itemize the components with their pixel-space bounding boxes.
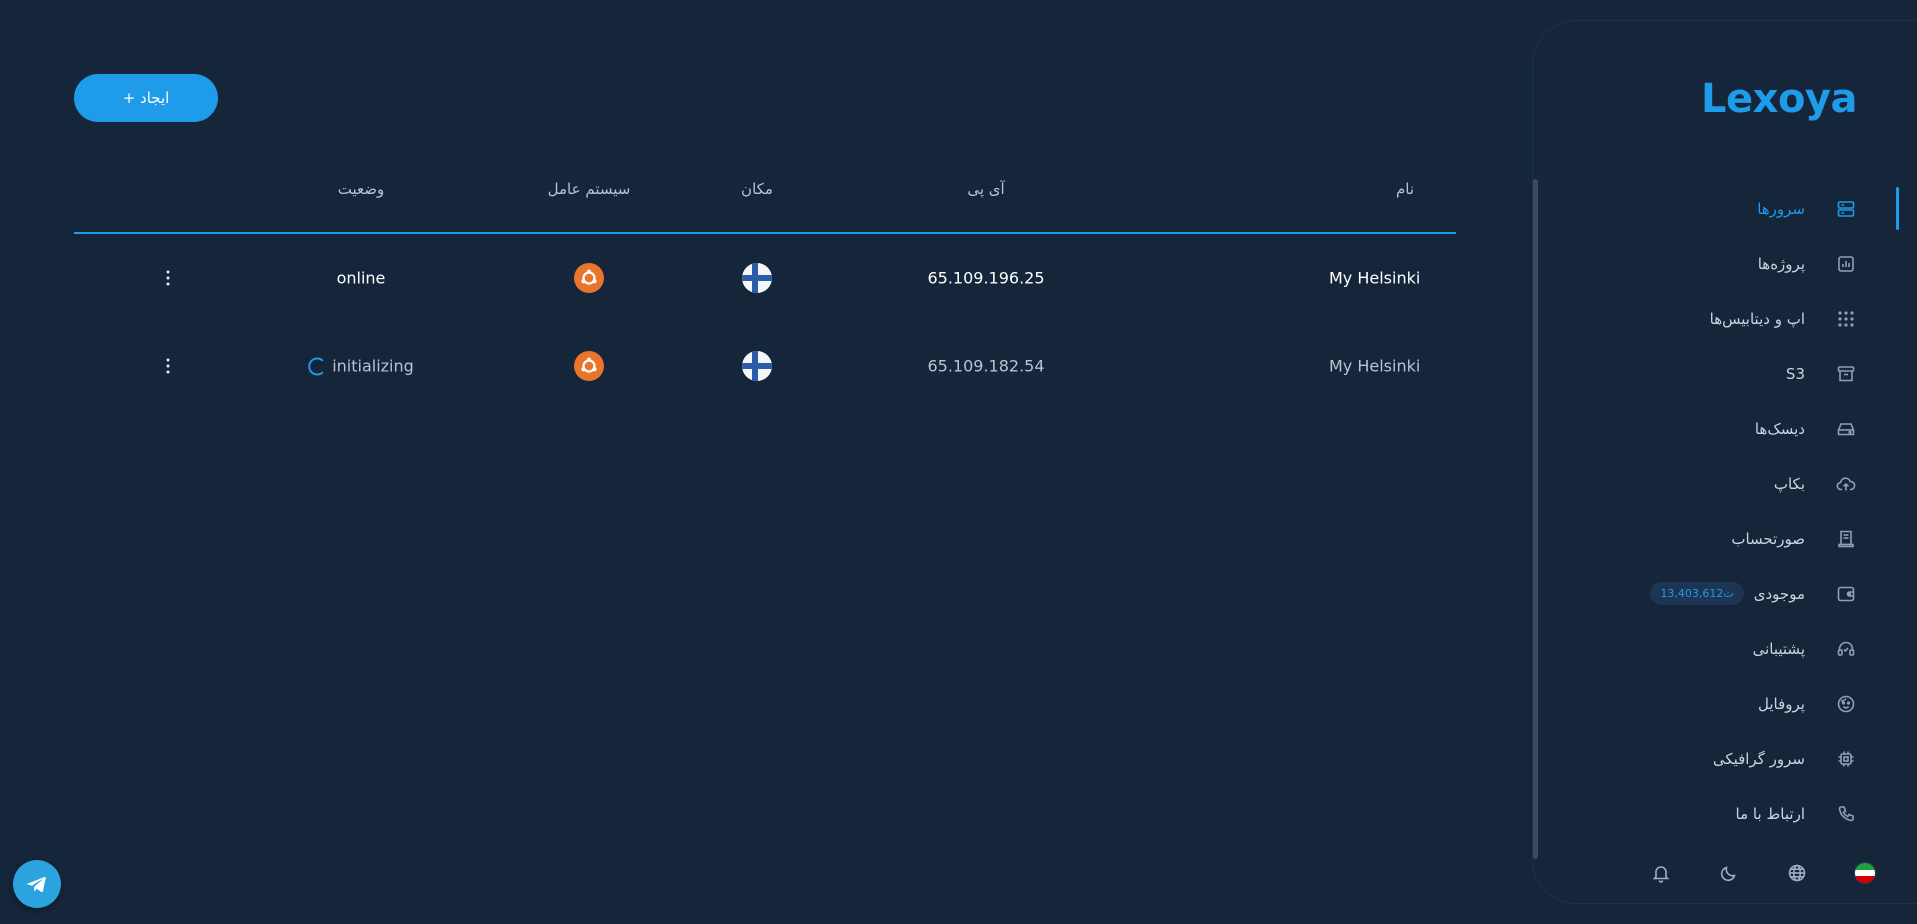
app-root: + ایجاد وضعیت سیستم عامل مکان آی پی نام …: [0, 0, 1917, 924]
sidebar-item-profile[interactable]: پروفایل: [1532, 676, 1917, 731]
sidebar-item-invoices[interactable]: صورتحساب: [1532, 511, 1917, 566]
location-cell: [742, 263, 772, 293]
more-options-icon[interactable]: [163, 267, 174, 290]
wallet-icon: [1835, 583, 1857, 605]
table-row[interactable]: online 65.109.196.25 My Helsinki: [74, 234, 1456, 322]
receipt-icon: [1835, 528, 1857, 550]
sidebar-item-label: اپ و دیتابیس‌ها: [1709, 309, 1805, 328]
more-options-icon[interactable]: [163, 355, 174, 378]
ubuntu-icon: [574, 263, 604, 293]
telegram-button[interactable]: [13, 860, 61, 908]
headset-icon: [1835, 638, 1857, 660]
sidebar-item-label: پروژه‌ها: [1757, 254, 1805, 273]
phone-icon: [1835, 803, 1857, 825]
header-status: وضعیت: [337, 180, 385, 198]
sidebar-item-gpu-server[interactable]: سرور گرافیکی: [1532, 731, 1917, 786]
servers-table: وضعیت سیستم عامل مکان آی پی نام online 6…: [74, 160, 1456, 410]
moon-icon[interactable]: [1717, 861, 1741, 885]
os-cell: [574, 263, 604, 293]
loading-spinner-icon: [308, 357, 327, 375]
sidebar-item-label: سرورها: [1757, 199, 1805, 218]
face-icon: [1835, 693, 1857, 715]
finland-flag-icon: [742, 351, 772, 381]
sidebar-item-balance[interactable]: 13,403,612ت موجودی: [1532, 566, 1917, 621]
sidebar-item-contact[interactable]: ارتباط با ما: [1532, 786, 1917, 841]
create-button[interactable]: + ایجاد: [74, 74, 218, 122]
status-cell: online: [336, 268, 386, 288]
disk-icon: [1835, 418, 1857, 440]
grid-icon: [1835, 308, 1857, 330]
os-cell: [574, 351, 604, 381]
header-ip: آی پی: [967, 180, 1005, 198]
bell-icon[interactable]: [1649, 861, 1673, 885]
row-actions[interactable]: [163, 267, 174, 290]
sidebar-item-s3[interactable]: S3: [1532, 346, 1917, 401]
sidebar-item-label: پروفایل: [1758, 694, 1805, 713]
sidebar-item-servers[interactable]: سرورها: [1532, 181, 1917, 236]
sidebar-item-label: پشتیبانی: [1752, 639, 1805, 658]
sidebar-item-apps-databases[interactable]: اپ و دیتابیس‌ها: [1532, 291, 1917, 346]
sidebar-item-label: صورتحساب: [1731, 529, 1805, 548]
sidebar-item-disks[interactable]: دیسک‌ها: [1532, 401, 1917, 456]
server-icon: [1835, 198, 1857, 220]
header-os: سیستم عامل: [547, 180, 631, 198]
cloud-upload-icon: [1835, 473, 1857, 495]
chart-icon: [1835, 253, 1857, 275]
sidebar: Lexoya سرورها پروژه‌ها اپ و دیتابیس‌ها: [1532, 20, 1917, 904]
brand-logo[interactable]: Lexoya: [1701, 76, 1857, 122]
header-location: مکان: [741, 180, 773, 198]
sidebar-item-label: دیسک‌ها: [1754, 419, 1805, 438]
finland-flag-icon: [742, 263, 772, 293]
table-row[interactable]: initializing 65.109.182.54 My Helsinki: [74, 322, 1456, 410]
status-text: initializing: [332, 356, 414, 376]
name-cell[interactable]: My Helsinki: [1329, 269, 1420, 288]
sidebar-footer: [1649, 861, 1877, 885]
balance-badge: 13,403,612ت: [1650, 582, 1744, 605]
archive-icon: [1835, 363, 1857, 385]
telegram-icon: [27, 876, 46, 893]
globe-icon[interactable]: [1785, 861, 1809, 885]
sidebar-item-support[interactable]: پشتیبانی: [1532, 621, 1917, 676]
sidebar-menu: سرورها پروژه‌ها اپ و دیتابیس‌ها S3: [1532, 181, 1917, 841]
iran-flag-icon[interactable]: [1853, 861, 1877, 885]
ubuntu-icon: [574, 351, 604, 381]
sidebar-item-backup[interactable]: بکاپ: [1532, 456, 1917, 511]
sidebar-item-label: S3: [1785, 364, 1805, 383]
sidebar-item-label: موجودی: [1753, 584, 1805, 603]
sidebar-item-label: بکاپ: [1773, 474, 1805, 493]
location-cell: [742, 351, 772, 381]
header-name: نام: [1396, 180, 1415, 198]
sidebar-item-projects[interactable]: پروژه‌ها: [1532, 236, 1917, 291]
ip-cell: 65.109.196.25: [927, 268, 1045, 288]
name-cell[interactable]: My Helsinki: [1329, 357, 1420, 376]
status-cell: initializing: [308, 357, 414, 376]
sidebar-item-label: ارتباط با ما: [1735, 804, 1805, 823]
chip-icon: [1835, 748, 1857, 770]
row-actions[interactable]: [163, 355, 174, 378]
sidebar-item-label: سرور گرافیکی: [1712, 749, 1805, 768]
ip-cell: 65.109.182.54: [927, 356, 1045, 376]
table-header: وضعیت سیستم عامل مکان آی پی نام: [74, 160, 1456, 234]
